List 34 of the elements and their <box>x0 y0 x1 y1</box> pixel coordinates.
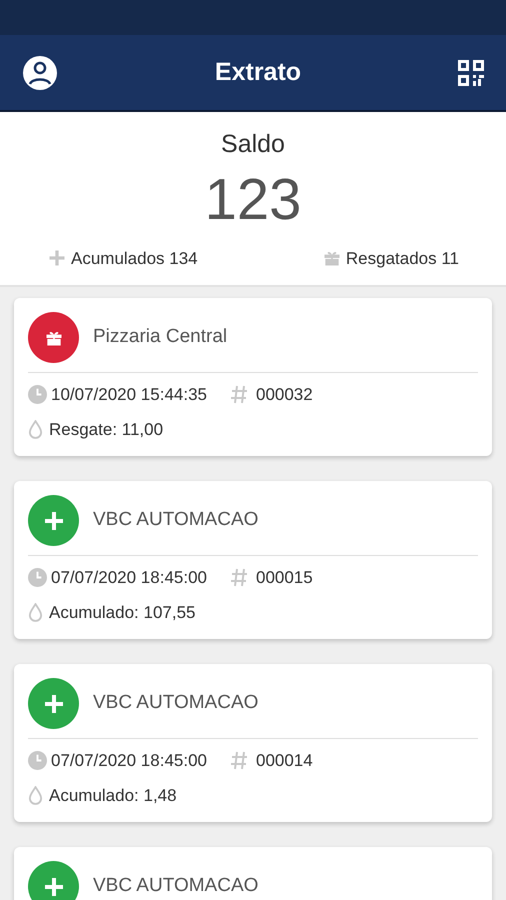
clock-icon <box>28 568 47 588</box>
transaction-amount: Acumulado: 107,55 <box>49 602 196 624</box>
hash-icon <box>230 751 248 770</box>
hash-icon <box>230 568 248 588</box>
transaction-number: 000015 <box>256 567 313 589</box>
redeemed-total: Resgatados 11 <box>346 248 459 270</box>
balance-value: 123 <box>204 166 302 234</box>
transaction-card[interactable]: VBC AUTOMACAO 07/07/2020 18:45:00 000014 Acumulado: 1,48 <box>14 664 492 822</box>
drop-icon <box>28 786 43 805</box>
clock-icon <box>28 385 47 404</box>
transaction-card[interactable]: VBC AUTOMACAO <box>14 847 492 900</box>
clock-icon <box>28 751 47 770</box>
transaction-datetime: 10/07/2020 15:44:35 <box>51 384 207 406</box>
transaction-card[interactable]: Pizzaria Central 10/07/2020 15:44:35 000032 Resgate: 11,00 <box>14 298 492 456</box>
transaction-card[interactable]: VBC AUTOMACAO 07/07/2020 18:45:00 000015 Acumulado: 107,55 <box>14 481 492 639</box>
store-name: VBC AUTOMACAO <box>93 691 258 716</box>
transaction-number: 000032 <box>256 384 313 406</box>
profile-icon[interactable] <box>22 54 58 90</box>
transaction-amount: Resgate: 11,00 <box>49 418 164 440</box>
drop-icon <box>28 420 43 439</box>
hash-icon <box>230 385 248 404</box>
transaction-datetime: 07/07/2020 18:45:00 <box>51 750 207 772</box>
store-name: Pizzaria Central <box>93 325 228 350</box>
transaction-datetime: 07/07/2020 18:45:00 <box>51 567 207 589</box>
drop-icon <box>28 602 43 622</box>
store-name: VBC AUTOMACAO <box>93 874 258 898</box>
transaction-amount: Acumulado: 1,48 <box>49 784 177 806</box>
plus-icon <box>47 248 67 268</box>
screen-title: Extrato <box>214 56 302 88</box>
qr-code-icon[interactable] <box>458 60 484 86</box>
accumulated-total: Acumulados 134 <box>71 248 198 270</box>
store-name: VBC AUTOMACAO <box>93 508 258 532</box>
balance-label: Saldo <box>221 129 285 160</box>
transaction-number: 000014 <box>256 750 313 772</box>
